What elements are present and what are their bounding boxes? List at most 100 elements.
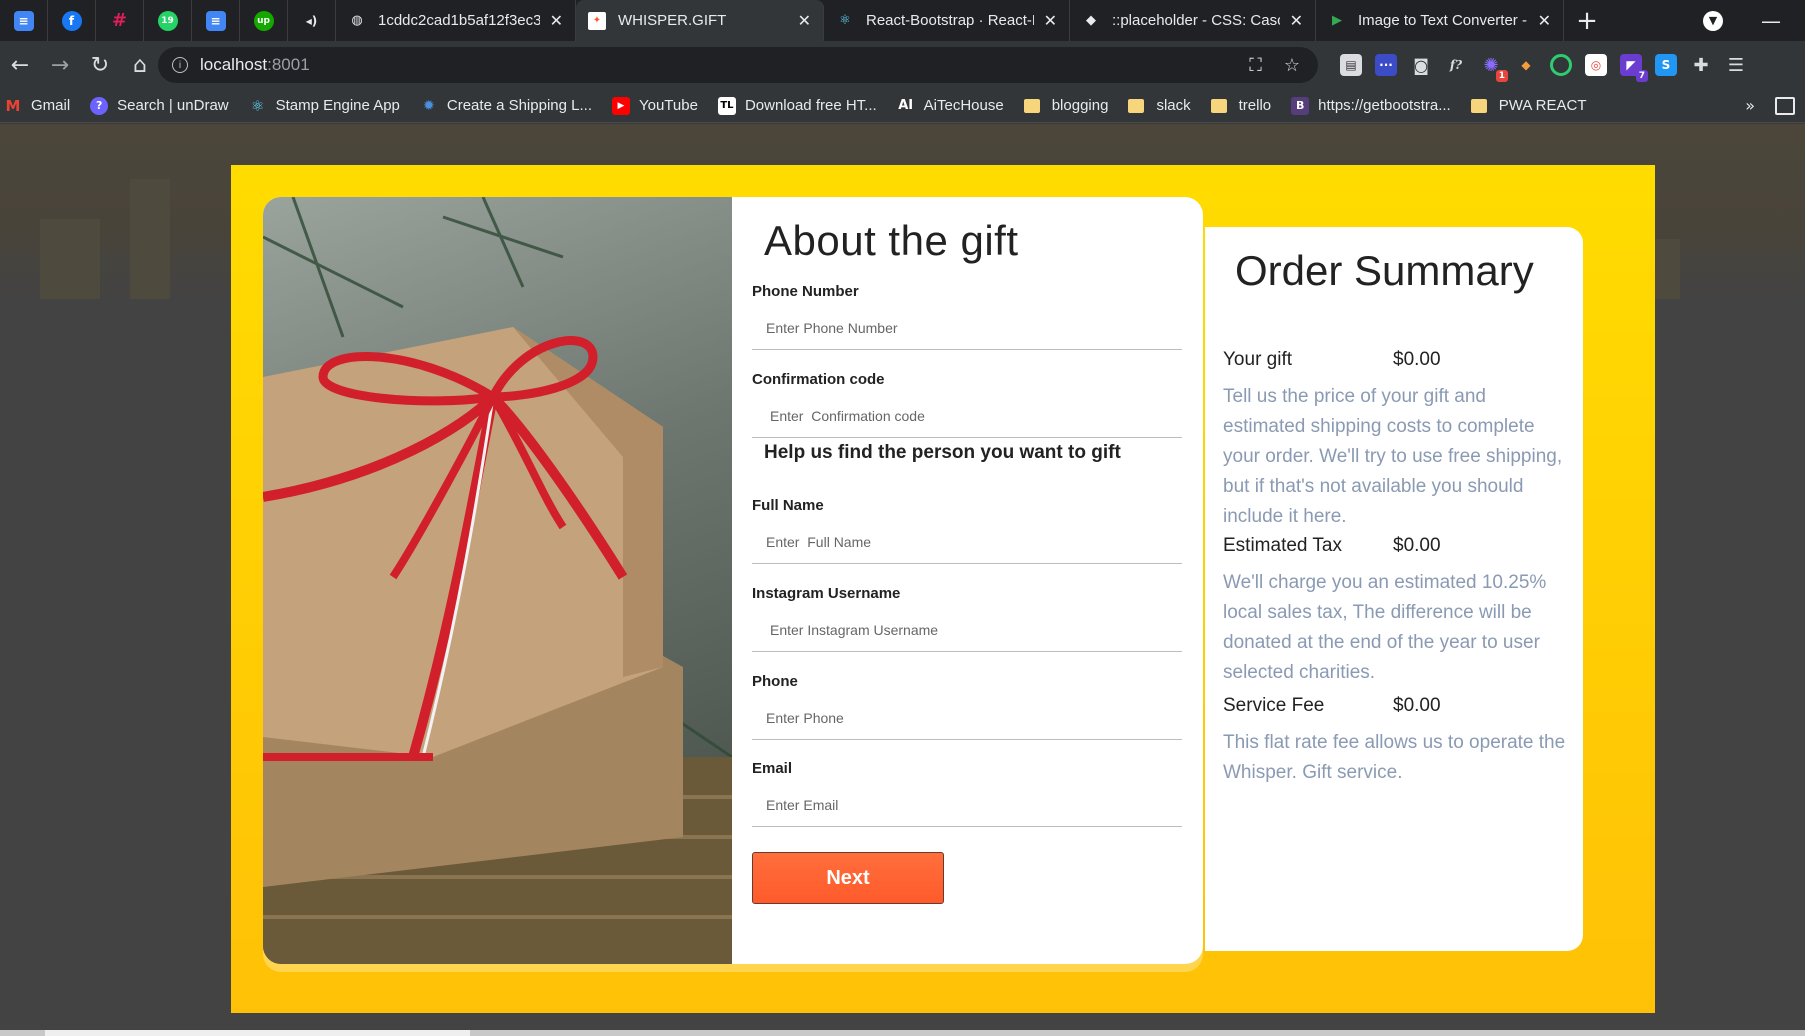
translate-icon[interactable]: ⛶ xyxy=(1249,55,1262,76)
pinned-tab-upwork[interactable]: up xyxy=(240,0,288,41)
converter-icon: ▶ xyxy=(1332,13,1342,28)
bookmark-gmail[interactable]: M Gmail xyxy=(0,97,80,115)
bookmark-label: Download free HT... xyxy=(744,97,877,114)
close-icon[interactable]: ✕ xyxy=(1538,11,1551,30)
bookmark-undraw[interactable]: ? Search | unDraw xyxy=(80,96,238,115)
form-title: About the gift xyxy=(764,217,1019,264)
full-name-group: Full Name xyxy=(752,497,1182,564)
full-name-input[interactable] xyxy=(752,520,1182,564)
badge-count: 1 xyxy=(1495,70,1508,82)
reading-list-icon[interactable] xyxy=(1775,96,1795,115)
tab-mdn[interactable]: ◆ ::placeholder - CSS: Casca ✕ xyxy=(1070,0,1316,41)
bookmark-label: Stamp Engine App xyxy=(275,97,400,114)
tl-icon: TL xyxy=(717,96,736,115)
tax-description: We'll charge you an estimated 10.25% loc… xyxy=(1223,572,1547,683)
service-fee-label: Service Fee xyxy=(1223,695,1325,716)
extensions-puzzle-icon[interactable]: ✚ xyxy=(1690,54,1712,76)
tab-react-bootstrap[interactable]: ⚛ React-Bootstrap · React-B ✕ xyxy=(824,0,1070,41)
bookmark-label: trello xyxy=(1238,97,1272,114)
bookmark-download-html[interactable]: TL Download free HT... xyxy=(708,96,887,115)
home-icon[interactable]: ⌂ xyxy=(120,53,160,78)
globe-icon: ◍ xyxy=(351,13,363,28)
bookmarks-bar: M Gmail ? Search | unDraw ⚛ Stamp Engine Ap… xyxy=(0,89,1805,123)
site-info-icon[interactable]: i xyxy=(172,57,188,73)
bookmark-youtube[interactable]: ▶ YouTube xyxy=(602,96,708,115)
reading-list-icon[interactable]: ☰ xyxy=(1725,54,1747,76)
bookmark-stamp-engine[interactable]: ⚛ Stamp Engine App xyxy=(239,97,410,115)
gift-form-card: About the gift Phone Number Confirmation… xyxy=(263,197,1203,964)
close-icon[interactable]: ✕ xyxy=(1044,11,1057,30)
summary-title: Order Summary xyxy=(1235,247,1534,294)
horizontal-scrollbar[interactable] xyxy=(0,1030,1805,1036)
service-fee-description: This flat rate fee allows us to operate … xyxy=(1223,732,1566,783)
tab-1[interactable]: ◍ 1cddc2cad1b5af12f3ec33 ✕ xyxy=(336,0,576,41)
pinned-tab-docs[interactable]: ≡ xyxy=(0,0,48,41)
instagram-username-input[interactable] xyxy=(752,608,1182,652)
extension-ring-icon[interactable] xyxy=(1550,54,1572,76)
bookmark-label: Create a Shipping L... xyxy=(446,97,592,114)
tab-strip: ≡ f # 19 ≡ up ◂) ◍ 1cddc2cad1b5af12f3ec3… xyxy=(0,0,1805,41)
scrollbar-thumb[interactable] xyxy=(45,1030,470,1036)
minimize-icon[interactable]: — xyxy=(1761,9,1781,33)
tab-whisper-gift[interactable]: ✦ WHISPER.GIFT ✕ xyxy=(576,0,824,41)
next-button[interactable]: Next xyxy=(752,852,944,904)
gift-photo xyxy=(263,197,732,964)
bookmark-shipping[interactable]: ✹ Create a Shipping L... xyxy=(410,97,602,115)
upwork-icon: up xyxy=(253,10,274,31)
phone-label: Phone xyxy=(752,673,798,690)
phone-input[interactable] xyxy=(752,696,1182,740)
reload-icon[interactable]: ↻ xyxy=(80,53,120,78)
toolbar: ← → ↻ ⌂ i localhost:8001 ⛶ ☆ ▤ ··· ◙ f? … xyxy=(0,41,1805,89)
extension-printer-icon[interactable]: ▤ xyxy=(1340,54,1362,76)
tab-image-to-text[interactable]: ▶ Image to Text Converter - ✕ xyxy=(1316,0,1564,41)
phone-number-group: Phone Number xyxy=(752,283,1182,350)
pinned-tab-slack[interactable]: # xyxy=(96,0,144,41)
bookmark-label: AiTecHouse xyxy=(923,97,1004,114)
confirmation-code-input[interactable] xyxy=(752,394,1182,438)
bookmark-pwa-react[interactable]: PWA REACT xyxy=(1461,97,1597,114)
speaker-icon: ◂) xyxy=(305,13,318,28)
slack-icon: # xyxy=(111,10,128,31)
bookmark-getbootstrap[interactable]: Bhttps://getbootstra... xyxy=(1281,96,1461,115)
whatsapp-icon: 19 xyxy=(157,10,178,31)
pinned-tab-facebook[interactable]: f xyxy=(48,0,96,41)
whisper-gift-icon: ✦ xyxy=(588,11,606,30)
forward-arrow-icon[interactable]: → xyxy=(40,53,80,78)
extension-leaf-icon[interactable]: ◆ xyxy=(1515,54,1537,76)
close-icon[interactable]: ✕ xyxy=(798,11,811,30)
bookmark-label: YouTube xyxy=(638,97,698,114)
camera-icon[interactable]: ◙ xyxy=(1410,54,1432,76)
extension-circle-icon[interactable]: ◎ xyxy=(1585,54,1607,76)
pinned-tab-docs-2[interactable]: ≡ xyxy=(192,0,240,41)
formula-icon[interactable]: f? xyxy=(1445,54,1467,76)
new-tab-plus-icon[interactable]: + xyxy=(1564,6,1610,36)
bookmark-trello[interactable]: trello xyxy=(1201,97,1282,114)
close-icon[interactable]: ✕ xyxy=(1290,11,1303,30)
bookmark-star-icon[interactable]: ☆ xyxy=(1284,55,1300,76)
bookmarks-overflow-icon[interactable]: » xyxy=(1745,96,1755,115)
bookmark-aitechouse[interactable]: AI AiTecHouse xyxy=(887,97,1014,115)
pinned-tab-audio[interactable]: ◂) xyxy=(288,0,336,41)
extension-gear-icon[interactable]: ✺ 1 xyxy=(1480,54,1508,82)
address-bar[interactable]: i localhost:8001 ⛶ ☆ xyxy=(158,47,1318,83)
extension-purple-icon[interactable]: ◤ 7 xyxy=(1620,54,1648,82)
tab-title: Image to Text Converter - xyxy=(1358,12,1527,29)
instagram-username-label: Instagram Username xyxy=(752,585,901,602)
confirmation-code-label: Confirmation code xyxy=(752,371,885,388)
gift-label: Your gift xyxy=(1223,349,1293,370)
service-fee-amount: $0.00 xyxy=(1393,695,1441,716)
extension-more-icon[interactable]: ··· xyxy=(1375,54,1397,76)
phone-number-input[interactable] xyxy=(752,306,1182,350)
instagram-username-group: Instagram Username xyxy=(752,585,1182,652)
extension-s-icon[interactable]: S xyxy=(1655,54,1677,76)
tab-search-icon[interactable]: ▼ xyxy=(1703,10,1723,31)
mdn-icon: ◆ xyxy=(1086,13,1096,28)
close-icon[interactable]: ✕ xyxy=(550,11,563,30)
gift-frame: About the gift Phone Number Confirmation… xyxy=(231,165,1655,1013)
back-arrow-icon[interactable]: ← xyxy=(0,53,40,78)
bookmark-slack[interactable]: slack xyxy=(1118,97,1200,114)
bookmark-label: PWA REACT xyxy=(1498,97,1587,114)
email-input[interactable] xyxy=(752,783,1182,827)
pinned-tab-whatsapp[interactable]: 19 xyxy=(144,0,192,41)
bookmark-blogging[interactable]: blogging xyxy=(1014,97,1119,114)
